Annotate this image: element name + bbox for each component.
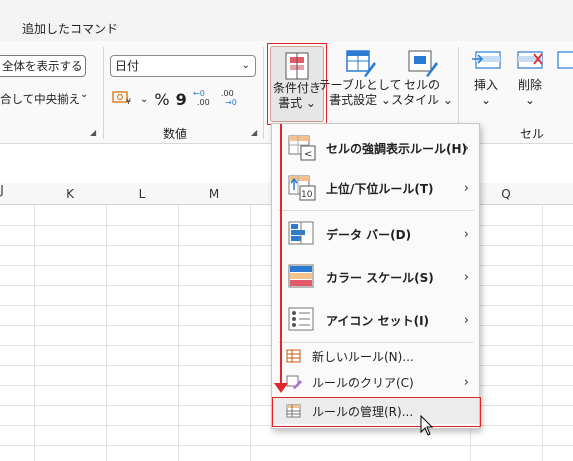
currency-format-icon[interactable]: ¥	[112, 89, 134, 109]
show-all-button[interactable]: 全体を表示する	[0, 55, 86, 77]
grid-column-line	[542, 205, 543, 461]
format-as-table-button[interactable]: テーブルとして 書式設定 ⌄	[319, 48, 401, 108]
menu-item-icon-sets[interactable]: アイコン セット(I) ›	[272, 300, 479, 340]
svg-text:¥: ¥	[126, 97, 131, 105]
table-label-line1: テーブルとして	[318, 78, 402, 92]
cell-styles-button[interactable]: セルの スタイル ⌄	[391, 48, 453, 108]
tab-custom-commands[interactable]: 追加したコマンド	[22, 20, 118, 37]
comma-style-icon[interactable]: 9	[176, 90, 187, 109]
chevron-right-icon: ›	[463, 312, 469, 328]
grid-column-line	[34, 205, 35, 461]
conditional-formatting-menu: < セルの強調表示ルール(H) › 10 上位/下位ルール(T) › データ バ…	[271, 123, 480, 429]
data-bars-icon	[288, 221, 314, 245]
highlight-rules-icon: <	[288, 135, 316, 161]
menu-item-clear-rules[interactable]: ルールのクリア(C) ›	[272, 370, 479, 394]
menu-separator	[278, 342, 474, 343]
merge-center-button[interactable]: 合して中央揃え	[0, 91, 80, 107]
cf-label-line1: 条件付き	[272, 81, 321, 95]
chevron-down-icon[interactable]: ⌄	[140, 94, 148, 105]
increase-decimal-icon[interactable]: ←0.00	[193, 88, 215, 110]
style-label-line2: スタイル ⌄	[391, 93, 453, 107]
grid-column-line	[178, 205, 179, 461]
menu-label: 上位/下位ルール(T)	[326, 181, 434, 196]
menu-label: 新しいルール(N)...	[312, 349, 414, 364]
chevron-down-icon: ⌄	[241, 60, 250, 71]
group-divider	[103, 47, 104, 139]
clear-rules-icon	[286, 375, 302, 389]
conditional-formatting-icon	[285, 52, 309, 80]
top-bottom-rules-icon: 10	[288, 175, 316, 201]
svg-text:←0: ←0	[193, 89, 205, 98]
chevron-right-icon: ›	[463, 226, 469, 242]
number-format-select[interactable]: 日付 ⌄	[110, 55, 256, 77]
decrease-decimal-icon[interactable]: .00 →0	[221, 88, 243, 110]
cf-label-line2: 書式 ⌄	[278, 96, 316, 110]
menu-label: ルールのクリア(C)	[312, 375, 414, 390]
column-header-l[interactable]: L	[106, 183, 178, 205]
annotation-arrow-line	[280, 124, 282, 387]
insert-button[interactable]: 挿入 ⌄	[466, 48, 506, 108]
delete-cells-icon	[517, 51, 543, 69]
insert-label: 挿入	[473, 78, 498, 92]
chevron-right-icon: ›	[463, 374, 469, 390]
column-header-m[interactable]: M	[178, 183, 250, 205]
cell-styles-icon	[408, 50, 438, 77]
column-header-j[interactable]: J	[0, 183, 4, 205]
menu-label: アイコン セット(I)	[326, 313, 430, 328]
menu-label: セルの強調表示ルール(H)	[326, 141, 468, 156]
menu-label: カラー スケール(S)	[326, 270, 434, 285]
group-divider	[263, 47, 264, 139]
annotation-arrow-head	[274, 383, 288, 393]
chevron-down-icon: ⌄	[524, 93, 536, 107]
style-label-line1: セルの	[403, 78, 440, 92]
menu-item-new-rule[interactable]: 新しいルール(N)...	[272, 344, 479, 368]
column-header-q[interactable]: Q	[470, 183, 542, 205]
new-rule-icon	[286, 349, 301, 363]
grid-column-line	[106, 205, 107, 461]
chevron-down-icon: ⌄	[480, 93, 492, 107]
column-header-k[interactable]: K	[34, 183, 106, 205]
color-scales-icon	[288, 264, 314, 288]
svg-text:.00: .00	[221, 89, 234, 98]
chevron-right-icon: ›	[463, 140, 469, 156]
svg-text:.00: .00	[197, 98, 210, 106]
menu-item-data-bars[interactable]: データ バー(D) ›	[272, 215, 479, 253]
menu-item-top-bottom-rules[interactable]: 10 上位/下位ルール(T) ›	[272, 170, 479, 206]
format-button-partial[interactable]	[556, 48, 573, 81]
table-label-line2: 書式設定 ⌄	[329, 93, 391, 107]
number-group-label: 数値	[163, 127, 188, 141]
grid-column-line	[250, 205, 251, 461]
grid-row-line	[0, 445, 573, 446]
alignment-launcher-icon[interactable]: ◢	[90, 128, 96, 137]
less-than-glyph: <	[304, 149, 312, 160]
chevron-down-icon[interactable]: ⌄	[80, 89, 88, 100]
chevron-right-icon: ›	[463, 180, 469, 196]
insert-cells-icon	[472, 51, 501, 69]
table-format-icon	[346, 50, 376, 77]
highlight-outline	[272, 397, 481, 427]
menu-separator	[278, 210, 474, 211]
chevron-right-icon: ›	[463, 269, 469, 285]
menu-label: データ バー(D)	[326, 227, 412, 242]
menu-item-color-scales[interactable]: カラー スケール(S) ›	[272, 257, 479, 297]
icon-sets-icon	[288, 307, 314, 331]
cells-group-label: セル	[520, 127, 545, 141]
number-tools: ¥ ⌄ % 9 ←0.00 .00 →0	[112, 88, 243, 110]
format-cells-icon	[557, 51, 573, 69]
mouse-cursor-icon	[420, 415, 434, 436]
number-format-value: 日付	[115, 59, 140, 73]
delete-label: 削除	[517, 78, 542, 92]
ten-glyph: 10	[301, 190, 313, 200]
delete-button[interactable]: 削除 ⌄	[510, 48, 550, 108]
conditional-formatting-button[interactable]: 条件付き 書式 ⌄	[270, 46, 324, 122]
percent-icon[interactable]: %	[154, 90, 169, 109]
number-launcher-icon[interactable]: ◢	[251, 128, 257, 137]
menu-item-highlight-rules[interactable]: < セルの強調表示ルール(H) ›	[272, 130, 479, 166]
svg-text:→0: →0	[225, 98, 237, 106]
